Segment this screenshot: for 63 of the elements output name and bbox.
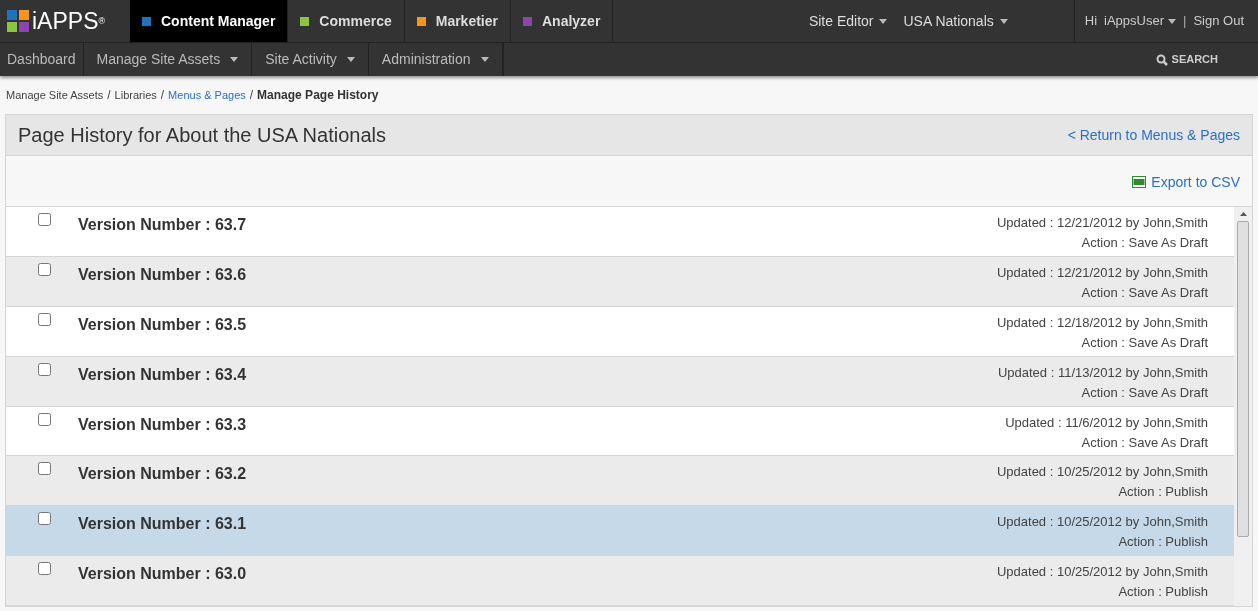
breadcrumb-separator: /	[107, 87, 111, 104]
export-csv-link[interactable]: Export to CSV	[1132, 171, 1240, 193]
version-title: Version Number : 63.6	[78, 264, 247, 285]
version-title: Version Number : 63.5	[78, 314, 247, 335]
action-text: Action : Save As Draft	[1081, 333, 1208, 352]
updated-text: Updated : 10/25/2012 by John,Smith	[996, 513, 1208, 532]
version-title: Version Number : 63.3	[78, 414, 247, 435]
row-checkbox[interactable]	[38, 262, 51, 276]
caret-icon	[1168, 18, 1176, 24]
search-button[interactable]: SEARCH	[1155, 43, 1218, 76]
logo-text: iAPPS$^{®}$	[32, 9, 106, 33]
sign-out-link[interactable]: Sign Out	[1193, 11, 1244, 31]
row-checkbox[interactable]	[38, 562, 51, 576]
version-title: Version Number : 63.2	[78, 464, 247, 485]
nav-menu[interactable]: Dashboard	[0, 43, 84, 76]
action-text: Action : Save As Draft	[1081, 433, 1208, 452]
row-checkbox[interactable]	[38, 312, 51, 326]
logo-icon	[7, 10, 29, 32]
action-text: Action : Save As Draft	[1081, 383, 1208, 402]
version-title: Version Number : 63.7	[78, 215, 247, 235]
nav-menu[interactable]: Administration	[368, 43, 503, 76]
updated-text: Updated : 12/18/2012 by John,Smith	[996, 313, 1208, 332]
action-text: Action : Save As Draft	[1081, 283, 1208, 302]
breadcrumb-separator: /	[249, 87, 254, 104]
row-checkbox[interactable]	[38, 462, 51, 476]
updated-text: Updated : 12/21/2012 by John,Smith	[996, 263, 1208, 282]
action-text: Action : Publish	[1118, 533, 1208, 552]
return-link[interactable]: < Return to Menus & Pages	[1067, 124, 1240, 146]
row-checkbox[interactable]	[38, 512, 51, 526]
row-checkbox[interactable]	[38, 213, 51, 226]
updated-text: Updated : 10/25/2012 by John,Smith	[996, 563, 1208, 582]
caret-icon	[879, 18, 888, 24]
breadcrumb-link[interactable]: Libraries	[114, 86, 157, 104]
separator-text: |	[1183, 12, 1187, 31]
site-menu[interactable]: Site Editor	[808, 10, 888, 32]
spreadsheet-icon	[1132, 176, 1147, 188]
scroll-up-icon[interactable]	[1239, 212, 1247, 216]
site-menu[interactable]: USA Nationals	[903, 10, 1008, 32]
version-title: Version Number : 63.0	[78, 564, 247, 585]
breadcrumb-link[interactable]: Manage Site Assets	[6, 86, 104, 104]
action-text: Action : Publish	[1118, 583, 1208, 602]
version-title: Version Number : 63.1	[78, 514, 247, 535]
action-text: Action : Save As Draft	[1081, 234, 1208, 252]
greeting-text: Hi	[1084, 12, 1098, 31]
action-text: Action : Publish	[1118, 483, 1208, 502]
search-icon	[1155, 53, 1168, 66]
nav-menu[interactable]: Site Activity	[252, 43, 369, 76]
updated-text: Updated : 10/25/2012 by John,Smith	[996, 463, 1208, 482]
caret-icon	[999, 18, 1008, 24]
breadcrumb-link[interactable]: Menus & Pages	[168, 86, 246, 104]
scrollbar[interactable]	[1234, 207, 1252, 606]
panel-title: Page History for About the USA Nationals	[18, 123, 386, 148]
breadcrumb-separator: /	[160, 87, 165, 104]
updated-text: Updated : 11/13/2012 by John,Smith	[997, 363, 1208, 382]
product-tab[interactable]: Content Manager	[130, 0, 289, 42]
updated-text: Updated : 12/21/2012 by John,Smith	[996, 214, 1208, 232]
breadcrumb-current: Manage Page History	[257, 87, 379, 104]
nav-menu[interactable]: Manage Site Assets	[83, 43, 253, 76]
row-checkbox[interactable]	[38, 412, 51, 426]
row-checkbox[interactable]	[38, 362, 51, 376]
version-title: Version Number : 63.4	[78, 364, 247, 385]
updated-text: Updated : 11/6/2012 by John,Smith	[1005, 413, 1208, 432]
user-menu[interactable]: iAppsUser	[1104, 11, 1176, 31]
